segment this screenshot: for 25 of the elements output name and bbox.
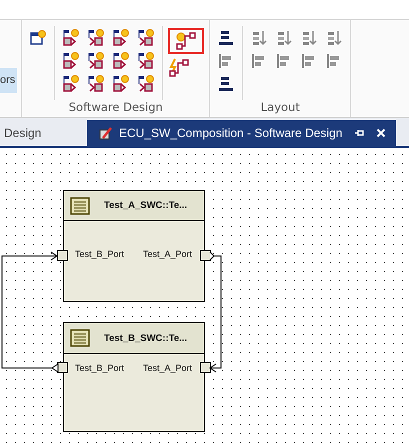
ribbon-button[interactable]: ors bbox=[0, 68, 18, 93]
close-icon[interactable] bbox=[376, 128, 386, 138]
document-tab[interactable]: Design bbox=[0, 120, 87, 146]
component-title: Test_B_SWC::Te... bbox=[104, 332, 188, 344]
delegation-tool-button[interactable] bbox=[168, 58, 190, 77]
port-square[interactable] bbox=[57, 250, 68, 261]
pin-icon[interactable] bbox=[354, 128, 364, 138]
port-label: Test_A_Port bbox=[142, 363, 192, 373]
connector-line[interactable] bbox=[2, 252, 58, 373]
component-node[interactable]: Test_B_SWC::Te... Test_B_Port Test_A_Port bbox=[63, 322, 205, 432]
port-square[interactable] bbox=[200, 250, 211, 261]
connector-line[interactable] bbox=[209, 252, 222, 372]
port-label: Test_B_Port bbox=[75, 249, 124, 259]
component-icon bbox=[70, 196, 90, 214]
group-label: Software Design bbox=[68, 100, 164, 116]
document-tab[interactable]: ECU_SW_Composition - Software Design bbox=[87, 120, 396, 146]
component-node[interactable]: Test_A_SWC::Te... Test_B_Port Test_A_Port bbox=[63, 190, 205, 302]
component-icon bbox=[70, 329, 90, 347]
group-label: Layout bbox=[260, 100, 301, 116]
component-title: Test_A_SWC::Te... bbox=[104, 200, 188, 211]
port-label: Test_A_Port bbox=[142, 249, 192, 259]
port-label: Test_B_Port bbox=[75, 363, 124, 373]
diagram-icon bbox=[99, 126, 113, 140]
connector-tool-button[interactable] bbox=[168, 28, 204, 54]
port-square[interactable] bbox=[200, 362, 211, 373]
